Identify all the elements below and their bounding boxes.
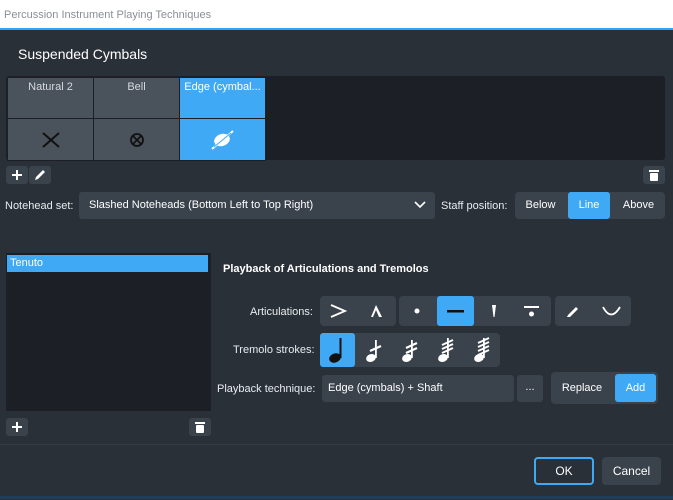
accent-icon xyxy=(330,304,348,318)
replace-button[interactable]: Replace xyxy=(551,372,613,404)
playback-heading: Playback of Articulations and Tremolos xyxy=(223,263,429,275)
slur-icon xyxy=(602,306,621,316)
tremolo-2-button[interactable] xyxy=(392,333,427,367)
tremolo-2-stroke-icon xyxy=(402,340,418,362)
staff-position-below[interactable]: Below xyxy=(515,192,566,219)
playback-technique-field[interactable]: Edge (cymbals) + Shaft xyxy=(322,375,514,402)
tremolo-3-button[interactable] xyxy=(428,333,463,367)
tremolo-none-button[interactable] xyxy=(320,333,355,367)
playback-mode-group: Replace Add xyxy=(551,372,658,404)
staff-position-line[interactable]: Line xyxy=(568,192,610,219)
add-articulation-button[interactable] xyxy=(6,418,28,436)
tenuto-button[interactable] xyxy=(437,296,474,326)
tenuto-staccato-button[interactable] xyxy=(513,296,550,326)
tremolo-group xyxy=(320,333,500,367)
articulations-label: Articulations: xyxy=(250,306,313,318)
list-item[interactable]: Tenuto xyxy=(7,255,208,272)
tenuto-staccato-icon xyxy=(524,306,539,317)
edit-technique-button[interactable] xyxy=(29,166,51,184)
x-notehead-icon xyxy=(8,119,93,160)
stress-icon xyxy=(567,307,578,317)
staccato-button[interactable] xyxy=(399,296,436,326)
tenuto-icon xyxy=(447,310,464,313)
delete-technique-button[interactable] xyxy=(643,166,665,184)
notehead-set-value: Slashed Noteheads (Bottom Left to Top Ri… xyxy=(89,199,314,211)
playback-technique-label: Playback technique: xyxy=(217,383,316,395)
trash-icon xyxy=(195,422,205,433)
instrument-heading: Suspended Cymbals xyxy=(18,46,148,62)
slur-button[interactable] xyxy=(593,296,630,326)
slashed-notehead-icon xyxy=(180,119,265,160)
cancel-button[interactable]: Cancel xyxy=(602,457,661,485)
staccatissimo-button[interactable] xyxy=(475,296,512,326)
staff-position-above[interactable]: Above xyxy=(612,192,665,219)
tremolo-3-stroke-icon xyxy=(438,338,454,362)
technique-tile-natural-2[interactable]: Natural 2 xyxy=(7,77,94,161)
list-item-label: Tenuto xyxy=(10,257,44,269)
circled-x-notehead-icon xyxy=(94,119,179,160)
plus-icon xyxy=(12,422,22,432)
tremolo-4-stroke-icon xyxy=(474,337,490,362)
quarter-note-icon xyxy=(329,338,342,363)
tremolo-1-button[interactable] xyxy=(356,333,391,367)
plus-icon xyxy=(12,170,22,180)
notehead-set-dropdown[interactable]: Slashed Noteheads (Bottom Left to Top Ri… xyxy=(79,192,435,219)
accent-group xyxy=(320,296,396,326)
slur-group xyxy=(555,296,631,326)
technique-tile-bell[interactable]: Bell xyxy=(93,77,180,161)
articulation-list xyxy=(6,253,211,411)
staff-position-group: Below Line Above xyxy=(515,192,665,219)
ok-button[interactable]: OK xyxy=(534,457,594,485)
technique-tile-edge[interactable]: Edge (cymbal... xyxy=(179,77,266,161)
technique-label: Bell xyxy=(127,81,146,93)
window-title: Percussion Instrument Playing Techniques xyxy=(4,9,212,21)
staccato-icon xyxy=(414,308,420,314)
technique-label: Natural 2 xyxy=(28,81,73,93)
chevron-down-icon xyxy=(413,198,427,212)
technique-label: Edge (cymbal... xyxy=(184,81,261,93)
tremolo-4-button[interactable] xyxy=(464,333,499,367)
marcato-icon xyxy=(371,305,382,317)
staccatissimo-icon xyxy=(492,305,496,317)
notehead-set-label: Notehead set: xyxy=(5,200,74,212)
stress-button[interactable] xyxy=(555,296,592,326)
staff-position-label: Staff position: xyxy=(441,200,508,212)
delete-articulation-button[interactable] xyxy=(189,418,211,436)
tremolo-strokes-label: Tremolo strokes: xyxy=(233,344,315,356)
add-button[interactable]: Add xyxy=(615,374,656,402)
add-technique-button[interactable] xyxy=(6,166,28,184)
trash-icon xyxy=(649,170,659,181)
window-title-bar: Percussion Instrument Playing Techniques xyxy=(0,0,673,30)
duration-articulation-group xyxy=(399,296,551,326)
accent-button[interactable] xyxy=(320,296,357,326)
playback-technique-value: Edge (cymbals) + Shaft xyxy=(328,382,443,394)
pencil-icon xyxy=(35,170,45,180)
tremolo-1-stroke-icon xyxy=(366,340,382,362)
browse-technique-button[interactable]: ... xyxy=(517,375,543,402)
marcato-button[interactable] xyxy=(358,296,395,326)
